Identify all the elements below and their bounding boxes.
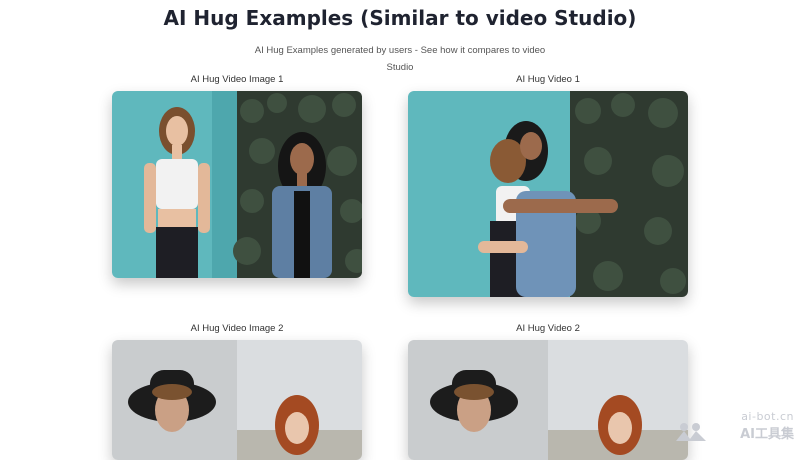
example-1-source-image xyxy=(112,91,362,278)
watermark-logo-icon xyxy=(674,421,708,448)
watermark-line2: AI工具集 xyxy=(740,427,794,442)
page-subtitle: AI Hug Examples generated by users - See… xyxy=(254,45,546,73)
example-1-video-caption: AI Hug Video 1 xyxy=(516,74,580,85)
watermark: ai-bot.cn AI工具集 xyxy=(740,410,794,442)
example-1-hug-video[interactable] xyxy=(408,91,688,297)
page-title: AI Hug Examples (Similar to video Studio… xyxy=(163,6,637,30)
example-2-video-caption: AI Hug Video 2 xyxy=(516,323,580,334)
example-2-source-image xyxy=(112,340,362,460)
example-1-image-caption: AI Hug Video Image 1 xyxy=(190,74,284,85)
watermark-line1: ai-bot.cn xyxy=(741,410,794,423)
example-2-hug-video[interactable] xyxy=(408,340,688,460)
example-2-image-caption: AI Hug Video Image 2 xyxy=(190,323,284,334)
